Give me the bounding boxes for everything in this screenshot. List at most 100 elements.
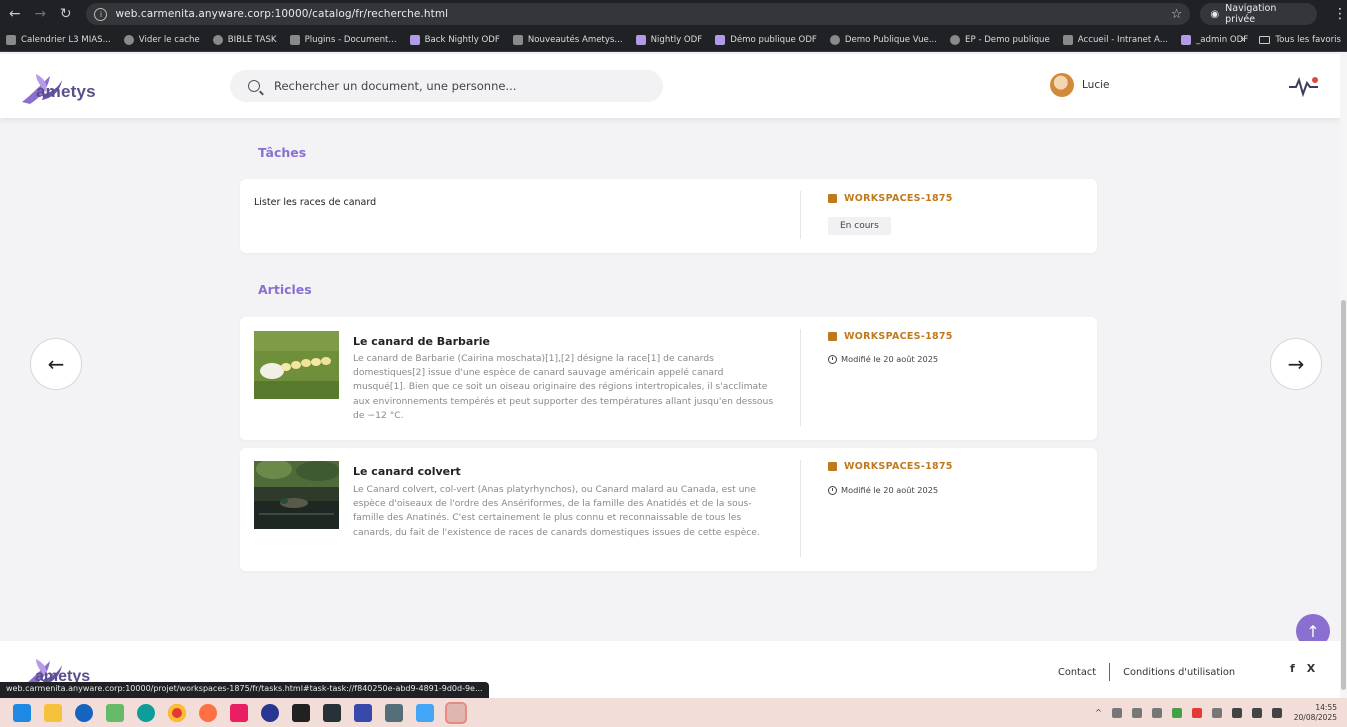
user-menu[interactable]: Lucie <box>1050 73 1109 97</box>
taskbar-date: 20/08/2025 <box>1293 712 1337 722</box>
address-url[interactable]: web.carmenita.anyware.corp:10000/catalog… <box>115 8 1170 20</box>
chevron-up-icon[interactable]: ^ <box>1095 708 1102 717</box>
edge-icon[interactable] <box>137 703 155 722</box>
search-icon[interactable] <box>248 80 260 92</box>
bookmark-item[interactable]: Nouveautés Ametys... <box>512 34 623 45</box>
logo-text[interactable]: ametys <box>36 82 96 102</box>
article-title[interactable]: Le canard colvert <box>353 465 461 478</box>
tray-app-icon[interactable] <box>1111 707 1122 718</box>
settings-icon[interactable] <box>385 703 403 722</box>
bookmark-star-icon[interactable]: ☆ <box>1171 7 1183 22</box>
bookmark-label: Nightly ODF <box>650 34 703 45</box>
bookmark-item[interactable]: Demo Publique Vue... <box>829 34 937 45</box>
globe-icon <box>950 34 961 45</box>
more-bookmarks-button[interactable]: » <box>1240 35 1245 45</box>
incognito-icon: ◉ <box>1210 8 1220 20</box>
workspace-cube-icon <box>828 462 837 471</box>
bookmark-item[interactable]: Démo publique ODF <box>715 34 817 45</box>
document-icon[interactable] <box>354 703 372 722</box>
card-divider <box>800 329 801 426</box>
bookmark-item[interactable]: Back Nightly ODF <box>409 34 500 45</box>
app-icon[interactable] <box>261 703 279 722</box>
previous-arrow-button[interactable]: ← <box>30 338 82 390</box>
forward-arrow-icon[interactable]: → <box>29 3 50 25</box>
taskbar-clock[interactable]: 14:55 20/08/2025 <box>1294 703 1337 723</box>
contact-link[interactable]: Contact <box>1058 667 1096 678</box>
sticky-notes-icon[interactable] <box>292 703 310 722</box>
workspace-link[interactable]: WORKSPACES-1875 <box>828 193 953 204</box>
bookmark-label: Back Nightly ODF <box>424 34 500 45</box>
volume-icon[interactable] <box>1251 707 1262 718</box>
system-tray: ^ 14:55 20/08/2025 <box>1095 698 1337 727</box>
next-arrow-button[interactable]: → <box>1270 338 1322 390</box>
chrome-icon[interactable] <box>168 703 186 722</box>
task-title[interactable]: Lister les races de canard <box>254 197 376 208</box>
activity-pulse-icon[interactable] <box>1288 74 1320 98</box>
tray-app-icon[interactable] <box>1131 707 1142 718</box>
snipping-tool-icon[interactable] <box>447 703 465 722</box>
article-title[interactable]: Le canard de Barbarie <box>353 335 490 348</box>
task-card[interactable]: Lister les races de canard WORKSPACES-18… <box>240 179 1097 253</box>
workspace-label[interactable]: WORKSPACES-1875 <box>844 461 953 472</box>
workspace-link[interactable]: WORKSPACES-1875 <box>828 331 953 342</box>
article-card[interactable]: Le canard de Barbarie Le canard de Barba… <box>240 317 1097 440</box>
slack-icon[interactable] <box>230 703 248 722</box>
bookmarks-right: » Tous les favoris <box>1240 28 1341 51</box>
bookmark-label: Accueil - Intranet A... <box>1077 34 1168 45</box>
bookmark-item[interactable]: EP - Demo publique <box>950 34 1050 45</box>
browser-menu-icon[interactable]: ⋮ <box>1333 6 1347 22</box>
page-icon <box>1062 34 1073 45</box>
globe-icon <box>212 34 223 45</box>
bookmark-label: Vider le cache <box>138 34 200 45</box>
article-card[interactable]: Le canard colvert Le Canard colvert, col… <box>240 448 1097 571</box>
battery-icon[interactable] <box>1271 707 1282 718</box>
bookmark-item[interactable]: BIBLE TASK <box>212 34 277 45</box>
article-thumbnail[interactable] <box>254 331 339 399</box>
social-links: f X <box>1290 662 1327 675</box>
ametys-icon <box>409 34 420 45</box>
terms-link[interactable]: Conditions d'utilisation <box>1123 667 1235 678</box>
workspace-label[interactable]: WORKSPACES-1875 <box>844 193 953 204</box>
page-icon <box>289 34 300 45</box>
tray-app-icon[interactable] <box>1191 707 1202 718</box>
all-bookmarks-button[interactable]: Tous les favoris <box>1275 35 1341 45</box>
clock-icon <box>828 354 837 364</box>
bookmark-item[interactable]: _admin ODF <box>1180 34 1248 45</box>
search-bar[interactable] <box>230 70 663 102</box>
bookmark-item[interactable]: Plugins - Document... <box>289 34 397 45</box>
private-browsing-badge[interactable]: ◉ Navigation privée <box>1200 3 1317 25</box>
tray-app-icon[interactable] <box>1171 707 1182 718</box>
back-arrow-icon[interactable]: ← <box>4 3 25 25</box>
address-bar[interactable]: i web.carmenita.anyware.corp:10000/catal… <box>86 3 1191 25</box>
image-viewer-icon[interactable] <box>416 703 434 722</box>
teams-icon[interactable] <box>75 703 93 722</box>
tray-app-icon[interactable] <box>1151 707 1162 718</box>
workspace-label[interactable]: WORKSPACES-1875 <box>844 331 953 342</box>
bookmark-item[interactable]: Accueil - Intranet A... <box>1062 34 1168 45</box>
bookmark-label: BIBLE TASK <box>227 34 277 45</box>
tray-app-icon[interactable] <box>1211 707 1222 718</box>
bookmark-item[interactable]: Calendrier L3 MIAS... <box>6 34 111 45</box>
terminal-icon[interactable] <box>323 703 341 722</box>
search-input[interactable] <box>274 79 644 93</box>
wifi-icon[interactable] <box>1231 707 1242 718</box>
bookmark-label: Calendrier L3 MIAS... <box>21 34 111 45</box>
reload-icon[interactable]: ↻ <box>55 3 76 25</box>
avatar[interactable] <box>1050 73 1074 97</box>
x-icon[interactable]: X <box>1307 662 1315 675</box>
articles-section-title: Articles <box>258 282 312 297</box>
firefox-icon[interactable] <box>199 703 217 722</box>
scrollbar-thumb[interactable] <box>1341 300 1346 690</box>
windows-start-icon[interactable] <box>13 703 31 722</box>
bookmark-item[interactable]: Vider le cache <box>123 34 200 45</box>
workspace-link[interactable]: WORKSPACES-1875 <box>828 461 953 472</box>
gear-icon <box>123 34 134 45</box>
file-explorer-icon[interactable] <box>44 703 62 722</box>
site-info-icon[interactable]: i <box>94 7 108 21</box>
bookmark-item[interactable]: Nightly ODF <box>635 34 703 45</box>
paint-icon[interactable] <box>106 703 124 722</box>
bookmark-label: Nouveautés Ametys... <box>527 34 623 45</box>
article-thumbnail[interactable] <box>254 461 339 529</box>
facebook-icon[interactable]: f <box>1290 662 1295 675</box>
user-name[interactable]: Lucie <box>1082 79 1109 91</box>
